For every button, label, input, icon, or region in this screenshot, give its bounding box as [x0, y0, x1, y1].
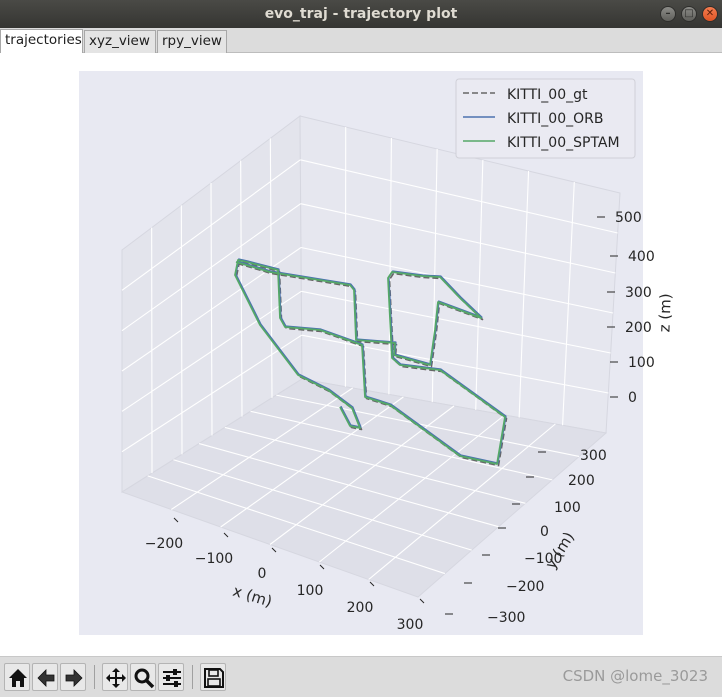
save-icon: [204, 668, 224, 688]
trajectory-3d-plot[interactable]: −200−1000100200300 −300−200−1000100200300…: [0, 53, 722, 656]
window-title: evo_traj - trajectory plot: [264, 6, 458, 22]
back-icon: [37, 669, 55, 687]
forward-icon: [65, 669, 83, 687]
legend-label-orb: KITTI_00_ORB: [507, 111, 603, 127]
close-button[interactable]: ✕: [702, 6, 718, 22]
y-tick-label: 300: [580, 448, 607, 464]
z-tick-label: 100: [628, 355, 655, 371]
zoom-button[interactable]: [130, 663, 156, 691]
configure-subplots-button[interactable]: [158, 663, 184, 691]
pan-button[interactable]: [102, 663, 128, 691]
z-tick-label: 300: [625, 285, 652, 301]
z-tick-label: 500: [615, 210, 642, 226]
x-tick-label: −100: [195, 551, 233, 567]
z-tick-label: 400: [628, 249, 655, 265]
z-tick-label: 200: [625, 320, 652, 336]
toolbar-separator: [192, 665, 193, 689]
x-tick-label: 200: [347, 600, 374, 616]
toolbar-separator: [94, 665, 95, 689]
y-tick-label: 200: [568, 473, 595, 489]
y-tick-label: −200: [506, 579, 544, 595]
configure-icon: [163, 669, 181, 687]
legend-label-gt: KITTI_00_gt: [507, 87, 588, 103]
x-tick-label: 0: [258, 566, 267, 582]
tab-rpy-view[interactable]: rpy_view: [157, 30, 227, 53]
plot-canvas[interactable]: −200 −100 0 100 200 300 −300 −200 −100 0 100 200 300…: [0, 53, 722, 656]
x-tick-label: 100: [297, 583, 324, 599]
x-tick-label: 300: [397, 617, 424, 633]
z-tick-label: 0: [628, 390, 637, 406]
tab-trajectories[interactable]: trajectories: [0, 29, 83, 54]
legend-label-sptam: KITTI_00_SPTAM: [507, 135, 620, 151]
back-button[interactable]: [32, 663, 58, 691]
home-button[interactable]: [4, 663, 30, 691]
x-tick-label: −200: [145, 536, 183, 552]
navigation-toolbar: CSDN @lome_3023: [0, 656, 722, 697]
pan-icon: [106, 668, 126, 688]
save-button[interactable]: [200, 663, 226, 691]
watermark-text: CSDN @lome_3023: [562, 667, 708, 685]
y-tick-label: −300: [487, 610, 525, 626]
zoom-icon: [134, 668, 155, 689]
window-titlebar: evo_traj - trajectory plot – □ ✕: [0, 0, 722, 28]
home-icon: [9, 669, 27, 687]
legend: KITTI_00_gt KITTI_00_ORB KITTI_00_SPTAM: [455, 78, 636, 159]
y-tick-label: 0: [540, 524, 549, 540]
maximize-button[interactable]: □: [681, 6, 697, 22]
minimize-button[interactable]: –: [660, 6, 676, 22]
forward-button[interactable]: [60, 663, 86, 691]
tab-xyz-view[interactable]: xyz_view: [84, 30, 156, 53]
tab-bar: trajectories xyz_view rpy_view: [0, 28, 722, 54]
y-tick-label: 100: [554, 500, 581, 516]
z-axis-label: z (m): [655, 293, 674, 333]
